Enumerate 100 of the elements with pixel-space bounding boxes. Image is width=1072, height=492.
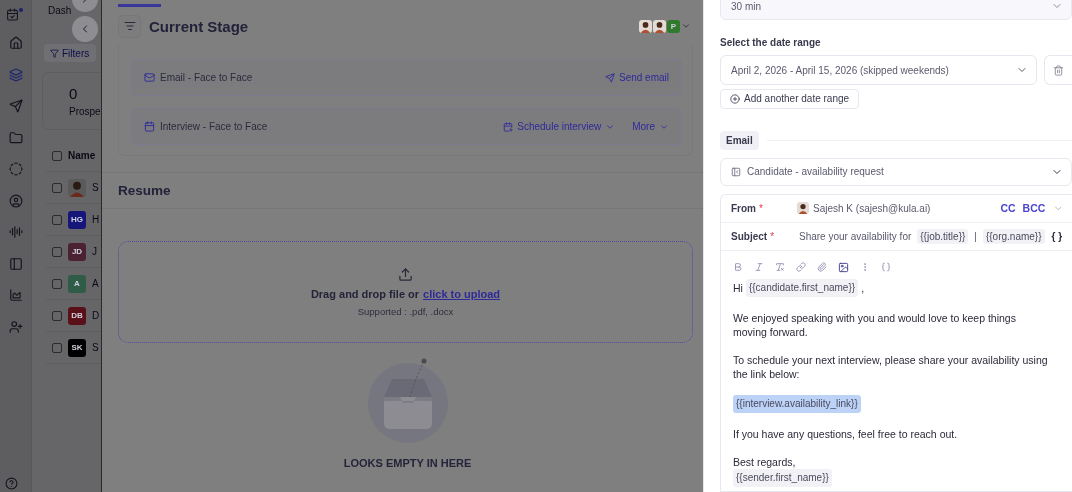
- body-text: Best regards,: [733, 454, 796, 469]
- action-button[interactable]: More: [632, 121, 669, 132]
- avatar-photo: [639, 19, 652, 33]
- user-circle-icon[interactable]: [8, 193, 23, 208]
- back-button[interactable]: [72, 16, 98, 42]
- list-icon: [123, 20, 136, 32]
- variable-chip: {{job.title}}: [917, 228, 969, 244]
- home-icon[interactable]: [8, 36, 23, 50]
- duration-select[interactable]: 30 min: [720, 0, 1072, 21]
- candidate-name[interactable]: A: [92, 278, 99, 289]
- caret-icon[interactable]: [681, 21, 691, 31]
- layers-icon[interactable]: [8, 67, 23, 82]
- avatar-initials: P: [667, 19, 680, 33]
- clear-format-icon[interactable]: [775, 262, 785, 273]
- delete-button[interactable]: [1044, 55, 1072, 86]
- field-label: From: [731, 202, 756, 214]
- calendar-icon[interactable]: [6, 8, 19, 21]
- variable-chip: {{sender.first_name}}: [733, 468, 832, 487]
- braces-icon[interactable]: [881, 262, 891, 273]
- field-label: Subject: [731, 230, 768, 242]
- stat-value: 0: [69, 85, 79, 102]
- section-label: Email: [720, 130, 759, 150]
- date-range-select[interactable]: April 2, 2026 - April 15, 2026 (skipped weekends): [720, 55, 1038, 86]
- body-text: To schedule your next interview, please share your availability using the link below:: [733, 352, 1049, 381]
- body-text: If you have any questions, feel free to reach out.: [733, 426, 958, 441]
- variable-chip: {{org.name}}: [982, 228, 1045, 244]
- calendar-plus-icon: [503, 121, 514, 132]
- link-icon[interactable]: [796, 262, 806, 273]
- stage-title: Current Stage: [149, 17, 250, 35]
- checkbox[interactable]: [52, 342, 62, 353]
- upload-link[interactable]: click to upload: [423, 288, 501, 300]
- chart-icon[interactable]: [8, 288, 23, 302]
- avatar-initials: DB: [68, 306, 86, 325]
- avatar-initials: SK: [68, 338, 86, 357]
- folder-icon[interactable]: [8, 130, 23, 145]
- filters-button[interactable]: Filters: [44, 44, 96, 62]
- candidate-name[interactable]: D: [92, 310, 100, 321]
- variable-chip: {{interview.availability_link}}: [733, 394, 861, 413]
- audio-wave-icon[interactable]: [8, 225, 23, 239]
- avatar-photo: [653, 19, 666, 33]
- candidate-name[interactable]: H: [92, 214, 100, 225]
- notification-dot: [19, 8, 23, 12]
- help-icon[interactable]: [5, 477, 18, 490]
- avatar-photo: [68, 178, 86, 197]
- required-mark: *: [759, 202, 763, 214]
- candidate-name[interactable]: S: [92, 342, 99, 353]
- sender-value: Sajesh K (sajesh@kula.ai): [813, 202, 932, 214]
- template-icon: [731, 166, 741, 177]
- subject-text: Share your availability for: [799, 230, 912, 242]
- trash-icon: [1053, 64, 1065, 76]
- template-select[interactable]: Candidate - availability request: [720, 157, 1072, 186]
- tab-indicator: [118, 4, 161, 7]
- candidate-name[interactable]: J: [92, 246, 97, 257]
- empty-state-text: LOOKS EMPTY IN HERE: [343, 457, 472, 469]
- bcc-link[interactable]: BCC: [1022, 202, 1046, 215]
- stage-menu-button[interactable]: [118, 14, 141, 38]
- layout-icon[interactable]: [8, 256, 23, 271]
- required-mark: *: [770, 230, 775, 242]
- action-button[interactable]: Send email: [604, 72, 669, 83]
- action-label: Interview - Face to Face: [160, 121, 269, 132]
- paperclip-icon[interactable]: [817, 262, 827, 273]
- image-icon[interactable]: [838, 261, 849, 273]
- checkbox[interactable]: [52, 214, 62, 225]
- filter-icon: [50, 48, 59, 58]
- cc-link[interactable]: CC: [1000, 202, 1016, 215]
- upload-prompt: Drag and drop file or: [310, 288, 420, 300]
- candidate-name[interactable]: S: [92, 182, 99, 193]
- action-button[interactable]: Schedule interview: [503, 121, 616, 132]
- body-text: We enjoyed speaking with you and would love to keep things moving forward.: [733, 310, 1017, 339]
- checkbox[interactable]: [52, 278, 62, 289]
- plus-circle-icon: [730, 93, 740, 104]
- column-header[interactable]: Name: [68, 150, 96, 161]
- checkbox[interactable]: [52, 182, 62, 193]
- avatar-initials: HG: [68, 210, 86, 229]
- insert-variable-button[interactable]: { }: [1051, 230, 1063, 242]
- breadcrumb[interactable]: Dash: [48, 5, 72, 16]
- user-plus-icon[interactable]: [8, 319, 23, 334]
- bold-icon[interactable]: [733, 262, 743, 273]
- send-icon[interactable]: [8, 99, 23, 113]
- action-label: Email - Face to Face: [160, 72, 254, 83]
- avatar-initials: JD: [68, 242, 86, 261]
- field-label: Select the date range: [720, 37, 822, 49]
- checkbox[interactable]: [52, 246, 62, 257]
- subject-text: |: [974, 230, 977, 242]
- stat-label: Prospe: [69, 106, 101, 117]
- italic-icon[interactable]: [754, 262, 764, 273]
- calendar-icon: [144, 121, 155, 132]
- mail-icon: [144, 72, 155, 83]
- upload-hint: Supported : .pdf, .docx: [357, 306, 454, 317]
- body-text: ,: [861, 280, 865, 295]
- body-text: Hi: [733, 280, 743, 295]
- avatar-photo: [797, 202, 809, 215]
- section-title: Resume: [118, 182, 172, 200]
- avatar-initials: A: [68, 274, 86, 293]
- checkbox[interactable]: [52, 310, 62, 321]
- send-icon: [604, 72, 615, 83]
- add-date-range-button[interactable]: Add another date range: [720, 89, 860, 109]
- checkbox[interactable]: [52, 150, 62, 161]
- upload-icon: [398, 267, 413, 282]
- variable-chip: {{candidate.first_name}}: [745, 278, 859, 297]
